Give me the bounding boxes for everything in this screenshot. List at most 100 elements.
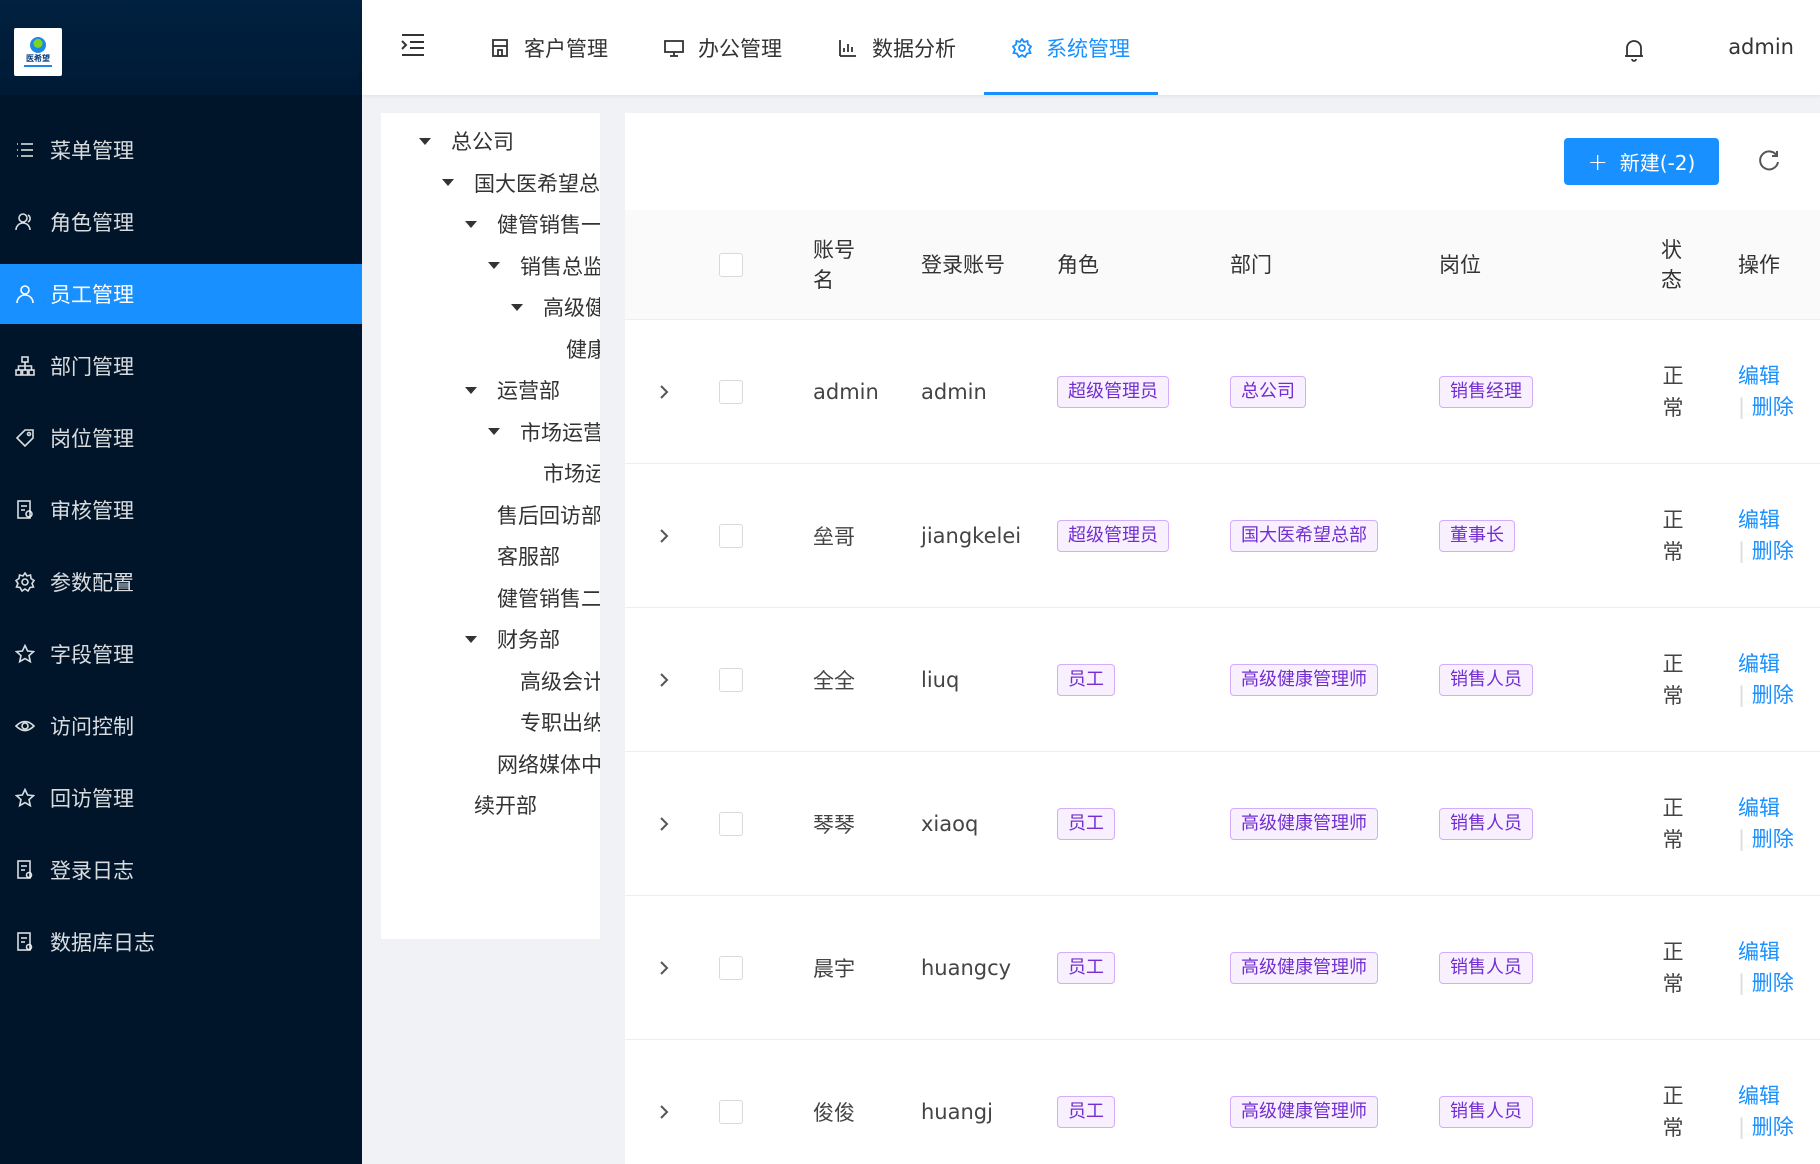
post-tag: 销售人员 bbox=[1439, 952, 1533, 984]
tree-node[interactable]: 高级健康管理师 bbox=[511, 287, 600, 327]
table-row: 全全 liuq 员工 高级健康管理师 销售人员 正常 编辑 | 删除 bbox=[625, 608, 1820, 752]
user-icon bbox=[14, 283, 36, 305]
user-name[interactable]: admin bbox=[1728, 35, 1794, 59]
tree-node[interactable]: 网络媒体中心 bbox=[465, 744, 600, 784]
row-checkbox[interactable] bbox=[719, 752, 743, 896]
tree-node[interactable]: 健管销售一中心 bbox=[465, 204, 600, 244]
th-status: 状态 bbox=[1661, 238, 1682, 292]
checkbox-box[interactable] bbox=[719, 668, 743, 692]
tab-3[interactable]: 系统管理 bbox=[984, 0, 1158, 95]
tree-node[interactable]: 售后回访部 bbox=[465, 495, 600, 535]
new-employee-button[interactable]: + 新建(-2) bbox=[1564, 138, 1719, 185]
tab-0[interactable]: 客户管理 bbox=[462, 0, 636, 95]
chevron-right-icon[interactable] bbox=[655, 896, 673, 1040]
tree-node[interactable]: 健康管理师 bbox=[534, 329, 600, 369]
sidebar-item-1[interactable]: 角色管理 bbox=[0, 192, 362, 252]
checkbox-box[interactable] bbox=[719, 812, 743, 836]
caret-down-icon[interactable] bbox=[488, 262, 500, 269]
dept-cell: 国大医希望总部 bbox=[1230, 464, 1378, 608]
delete-link[interactable]: 删除 bbox=[1752, 827, 1794, 851]
role-cell: 员工 bbox=[1057, 896, 1115, 1040]
tree-node-label: 网络媒体中心 bbox=[497, 752, 600, 777]
tab-1[interactable]: 办公管理 bbox=[636, 0, 810, 95]
logo-underline bbox=[24, 65, 52, 67]
delete-link-wrap: | 删除 bbox=[1738, 824, 1798, 855]
checkbox-box[interactable] bbox=[719, 956, 743, 980]
account-name: admin bbox=[813, 380, 879, 404]
edit-link[interactable]: 编辑 bbox=[1738, 505, 1798, 536]
top-header: 客户管理 办公管理 数据分析 系统管理 admin bbox=[362, 0, 1820, 95]
edit-link[interactable]: 编辑 bbox=[1738, 649, 1798, 680]
caret-down-icon[interactable] bbox=[465, 635, 477, 643]
chevron-right-icon[interactable] bbox=[655, 752, 673, 896]
checkbox-box[interactable] bbox=[719, 1100, 743, 1124]
tree-node-label: 健康管理师 bbox=[566, 337, 600, 362]
edit-link[interactable]: 编辑 bbox=[1738, 937, 1798, 968]
sidebar-item-9[interactable]: 回访管理 bbox=[0, 768, 362, 828]
sidebar-item-8[interactable]: 访问控制 bbox=[0, 696, 362, 756]
sidebar-item-0[interactable]: 菜单管理 bbox=[0, 120, 362, 180]
caret-down-icon[interactable] bbox=[511, 303, 523, 311]
tree-node[interactable]: 财务部 bbox=[465, 619, 560, 659]
post-cell: 销售经理 bbox=[1439, 320, 1533, 464]
sidebar-item-11[interactable]: 数据库日志 bbox=[0, 912, 362, 972]
role-tag: 员工 bbox=[1057, 1096, 1115, 1128]
row-checkbox[interactable] bbox=[719, 896, 743, 1040]
checkbox-box[interactable] bbox=[719, 524, 743, 548]
dept-tag: 高级健康管理师 bbox=[1230, 952, 1378, 984]
edit-link[interactable]: 编辑 bbox=[1738, 1081, 1798, 1112]
menu-fold-icon[interactable] bbox=[398, 30, 428, 60]
tree-node[interactable]: 市场运营专员 bbox=[511, 453, 600, 493]
tree-node[interactable]: 总公司 bbox=[419, 121, 514, 161]
delete-link[interactable]: 删除 bbox=[1752, 683, 1794, 707]
caret-down-icon[interactable] bbox=[488, 428, 500, 435]
tree-node[interactable]: 运营部 bbox=[465, 370, 560, 410]
row-checkbox[interactable] bbox=[719, 464, 743, 608]
sidebar-item-7[interactable]: 字段管理 bbox=[0, 624, 362, 684]
chevron-right-icon[interactable] bbox=[655, 608, 673, 752]
tree-node[interactable]: 专职出纳 bbox=[488, 702, 600, 742]
sidebar-item-5[interactable]: 审核管理 bbox=[0, 480, 362, 540]
tree-node[interactable]: 国大医希望总部 bbox=[442, 163, 600, 203]
caret-down-icon[interactable] bbox=[465, 220, 477, 228]
row-checkbox[interactable] bbox=[719, 608, 743, 752]
delete-link[interactable]: 删除 bbox=[1752, 539, 1794, 563]
sidebar-item-4[interactable]: 岗位管理 bbox=[0, 408, 362, 468]
select-all-checkbox[interactable] bbox=[719, 210, 743, 320]
delete-link[interactable]: 删除 bbox=[1752, 971, 1794, 995]
tree-node[interactable]: 高级会计 bbox=[488, 661, 600, 701]
tree-node[interactable]: 市场运营 bbox=[488, 412, 600, 452]
row-checkbox[interactable] bbox=[719, 320, 743, 464]
bell-icon[interactable] bbox=[1622, 37, 1646, 63]
delete-link[interactable]: 删除 bbox=[1752, 395, 1794, 419]
sidebar-item-10[interactable]: 登录日志 bbox=[0, 840, 362, 900]
chevron-right-icon[interactable] bbox=[655, 320, 673, 464]
chevron-right-icon[interactable] bbox=[655, 464, 673, 608]
caret-down-icon[interactable] bbox=[465, 386, 477, 394]
sidebar-item-6[interactable]: 参数配置 bbox=[0, 552, 362, 612]
monitor-icon bbox=[664, 38, 698, 58]
row-checkbox[interactable] bbox=[719, 1040, 743, 1164]
tree-node[interactable]: 续开部 bbox=[442, 785, 537, 825]
refresh-icon[interactable] bbox=[1756, 148, 1782, 174]
delete-link[interactable]: 删除 bbox=[1752, 1115, 1794, 1139]
checkbox-box[interactable] bbox=[719, 380, 743, 404]
ops-separator: | bbox=[1738, 1115, 1746, 1139]
role-tag: 超级管理员 bbox=[1057, 520, 1169, 552]
tree-node[interactable]: 销售总监 bbox=[488, 246, 600, 286]
tab-2[interactable]: 数据分析 bbox=[810, 0, 984, 95]
department-tree: 总公司国大医希望总部健管销售一中心销售总监高级健康管理师健康管理师运营部市场运营… bbox=[381, 113, 600, 939]
edit-link[interactable]: 编辑 bbox=[1738, 793, 1798, 824]
edit-link[interactable]: 编辑 bbox=[1738, 361, 1798, 392]
logo[interactable]: 医希望 bbox=[14, 28, 62, 76]
sidebar-item-2[interactable]: 员工管理 bbox=[0, 264, 362, 324]
tree-node-label: 售后回访部 bbox=[497, 503, 600, 528]
caret-down-icon[interactable] bbox=[419, 137, 431, 145]
gear-icon bbox=[1012, 37, 1046, 58]
tree-node[interactable]: 客服部 bbox=[465, 536, 560, 576]
sidebar-item-3[interactable]: 部门管理 bbox=[0, 336, 362, 396]
caret-down-icon[interactable] bbox=[442, 179, 454, 186]
tree-node[interactable]: 健管销售二中心 bbox=[465, 578, 600, 618]
chevron-right-icon[interactable] bbox=[655, 1040, 673, 1164]
status-text: 正常 bbox=[1662, 940, 1684, 996]
